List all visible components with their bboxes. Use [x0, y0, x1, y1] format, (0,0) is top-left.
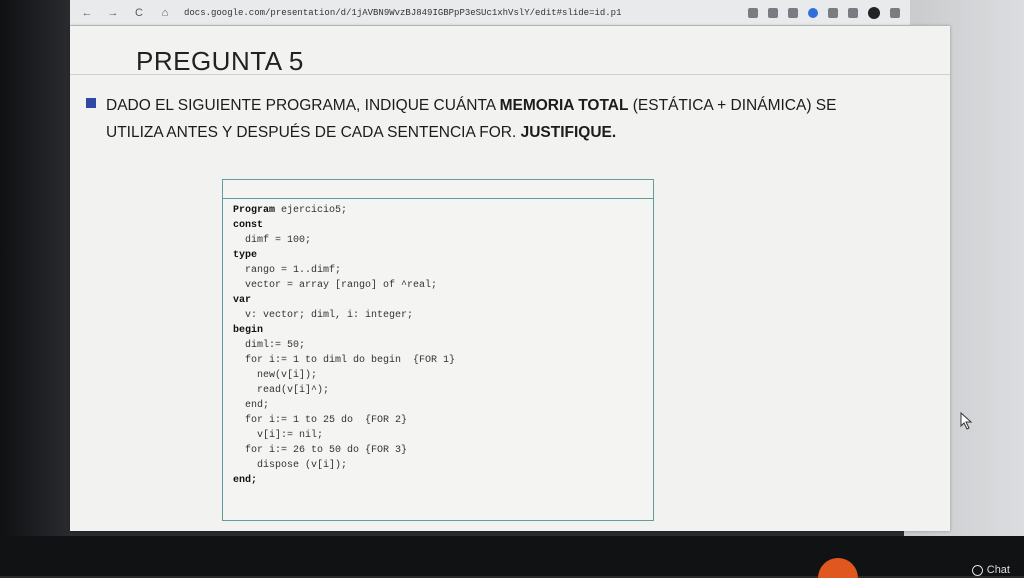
code-line: new(v[i]);: [233, 368, 653, 383]
bullet-square-icon: [86, 98, 96, 108]
zoom-icon[interactable]: [748, 7, 758, 18]
code-keyword: var: [233, 295, 252, 306]
code-line: rango = 1..dimf;: [233, 263, 653, 278]
code-text: end;: [233, 400, 270, 411]
code-text: rango = 1..dimf;: [233, 265, 342, 276]
extension-icons: [748, 6, 900, 19]
extension-icon[interactable]: [788, 7, 798, 18]
code-line: var: [233, 293, 653, 308]
code-text: dimf = 100;: [233, 235, 312, 246]
code-keyword: type: [233, 250, 258, 261]
code-text: for i:= 1 to 25 do {FOR 2}: [233, 415, 408, 426]
slide-title: PREGUNTA 5: [136, 46, 304, 76]
code-block: Program ejercicio5; const dimf = 100; type…: [223, 199, 653, 488]
tab-icon[interactable]: [848, 7, 858, 18]
forward-icon[interactable]: →: [106, 7, 120, 19]
profile-avatar[interactable]: [868, 6, 880, 19]
home-icon[interactable]: ⌂: [158, 7, 172, 19]
code-text: vector = array [rango] of ^real;: [233, 280, 438, 291]
code-line: read(v[i]^);: [233, 383, 653, 398]
chat-label: Chat: [986, 564, 1010, 576]
photo-edge-bottom: [0, 536, 1024, 576]
photo-edge-left: [0, 0, 70, 576]
mouse-pointer-icon: [960, 412, 973, 430]
code-text: ejercicio5;: [275, 205, 348, 216]
code-text: v[i]:= nil;: [233, 430, 324, 441]
code-keyword: const: [233, 220, 264, 231]
slide-canvas: PREGUNTA 5 DADO EL SIGUIENTE PROGRAMA, I…: [70, 26, 950, 531]
reload-icon[interactable]: C: [132, 7, 146, 19]
browser-toolbar: ← → C ⌂ docs.google.com/presentation/d/1…: [70, 0, 910, 26]
code-line: begin: [233, 323, 653, 338]
title-divider: [70, 74, 950, 75]
code-text: diml:= 50;: [233, 340, 306, 351]
code-text: v: vector; diml, i: integer;: [233, 310, 414, 321]
code-table: Program ejercicio5; const dimf = 100; type…: [222, 179, 654, 521]
question-emphasis-justify: JUSTIFIQUE.: [520, 124, 617, 141]
puzzle-icon[interactable]: [828, 7, 838, 18]
address-bar[interactable]: docs.google.com/presentation/d/1jAVBN9Wv…: [184, 8, 736, 18]
code-keyword: Program: [233, 205, 276, 216]
code-line: Program ejercicio5;: [233, 203, 653, 218]
bookmark-star-icon[interactable]: [768, 7, 778, 18]
code-line: const: [233, 218, 653, 233]
code-text: for i:= 1 to diml do begin {FOR 1}: [233, 355, 456, 366]
code-line: dispose (v[i]);: [233, 458, 653, 473]
code-line: vector = array [rango] of ^real;: [233, 278, 653, 293]
code-line: v: vector; diml, i: integer;: [233, 308, 653, 323]
code-line: end;: [233, 398, 653, 413]
chat-button[interactable]: Chat: [971, 564, 1010, 576]
question-part1: DADO EL SIGUIENTE PROGRAMA, INDIQUE CUÁN…: [106, 97, 500, 114]
chat-bubble-icon: [971, 564, 983, 576]
code-table-header: [223, 180, 653, 199]
code-line: type: [233, 248, 653, 263]
question-text: DADO EL SIGUIENTE PROGRAMA, INDIQUE CUÁN…: [106, 92, 866, 146]
code-keyword: end;: [233, 475, 258, 486]
extension-blue-icon[interactable]: [808, 7, 818, 18]
code-text: new(v[i]);: [233, 370, 318, 381]
code-line: diml:= 50;: [233, 338, 653, 353]
code-keyword: begin: [233, 325, 264, 336]
back-icon[interactable]: ←: [80, 7, 94, 19]
code-text: read(v[i]^);: [233, 385, 330, 396]
code-text: dispose (v[i]);: [233, 460, 348, 471]
code-line: for i:= 26 to 50 do {FOR 3}: [233, 443, 653, 458]
code-line: for i:= 1 to diml do begin {FOR 1}: [233, 353, 653, 368]
kebab-menu-icon[interactable]: [890, 7, 900, 18]
code-line: dimf = 100;: [233, 233, 653, 248]
question-emphasis-memory: MEMORIA TOTAL: [499, 97, 629, 114]
code-line: for i:= 1 to 25 do {FOR 2}: [233, 413, 653, 428]
code-line: end;: [233, 473, 653, 488]
code-text: for i:= 26 to 50 do {FOR 3}: [233, 445, 408, 456]
code-line: v[i]:= nil;: [233, 428, 653, 443]
